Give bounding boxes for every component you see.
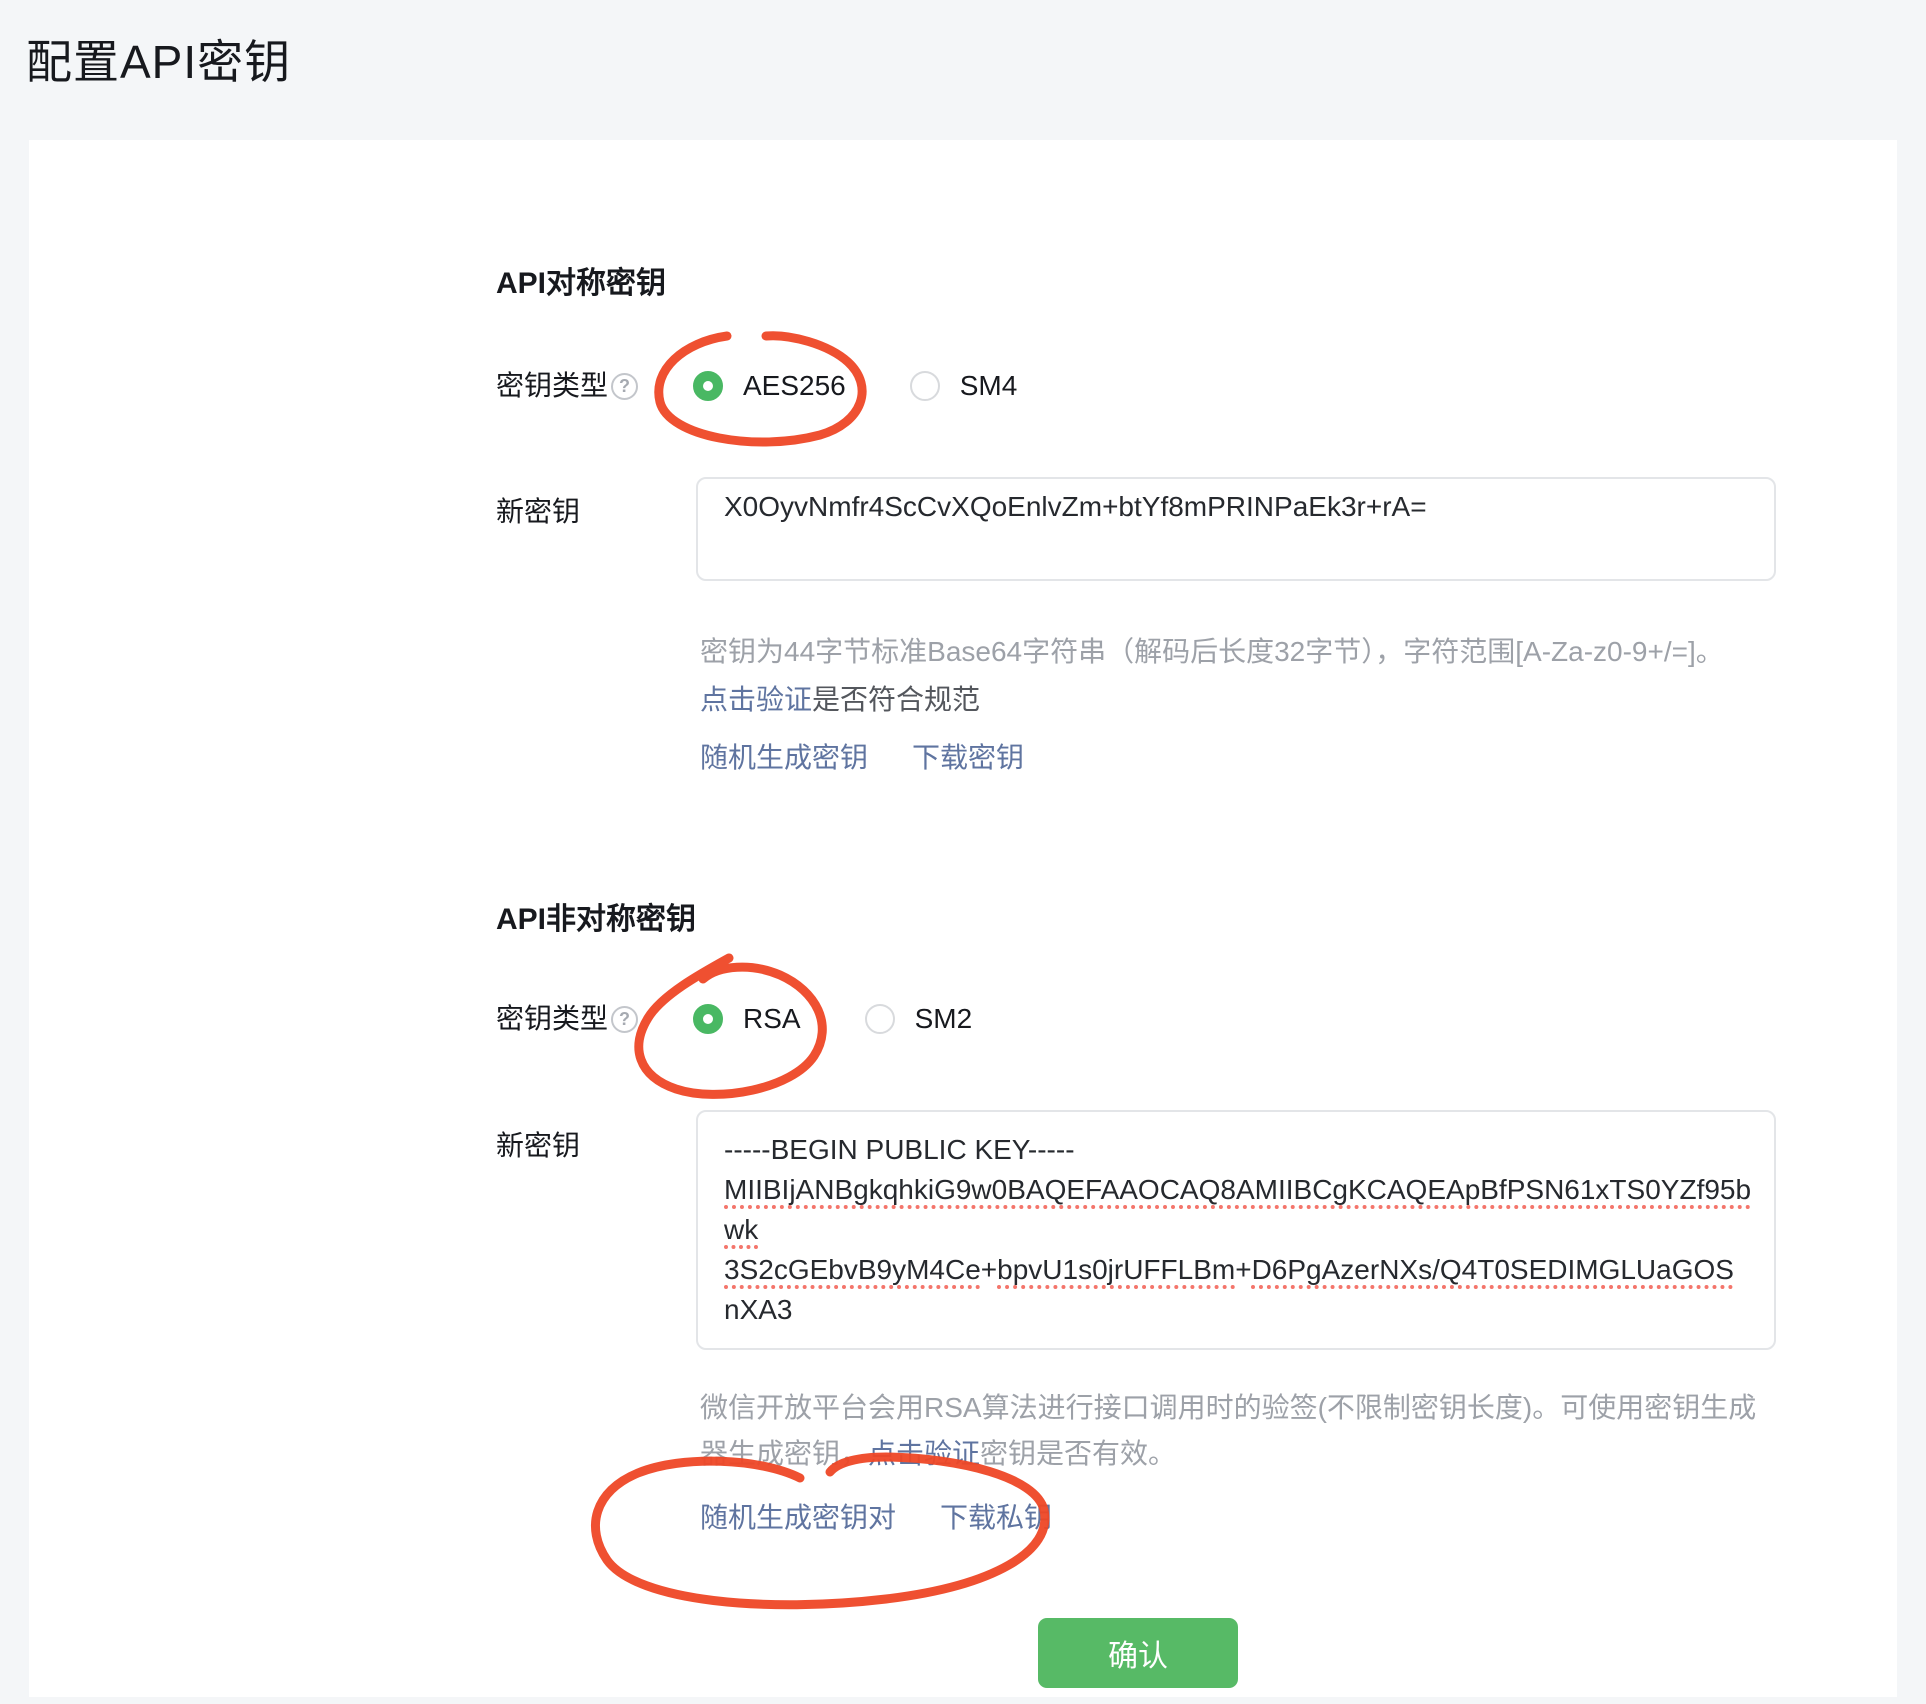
config-card: API对称密钥 密钥类型? AES256 SM4 新密钥 密钥为44字节标准Ba…: [29, 140, 1897, 1697]
symmetric-key-type-label: 密钥类型?: [496, 368, 638, 404]
validate-key-link[interactable]: 点击验证: [700, 684, 812, 715]
symmetric-validate-row: 点击验证是否符合规范: [700, 680, 980, 720]
page-title: 配置API密钥: [26, 26, 291, 92]
validate-suffix-text: 是否符合规范: [812, 684, 980, 715]
radio-aes256-label[interactable]: AES256: [743, 370, 846, 402]
confirm-button[interactable]: 确认: [1038, 1618, 1238, 1688]
asymmetric-key-helper-line2: 器生成密钥，点击验证密钥是否有效。: [700, 1434, 1176, 1474]
asymmetric-key-type-label: 密钥类型?: [496, 1001, 638, 1037]
validate-asymmetric-key-link[interactable]: 点击验证: [868, 1438, 980, 1469]
help-icon[interactable]: ?: [611, 373, 638, 400]
symmetric-new-key-label: 新密钥: [496, 494, 580, 530]
symmetric-key-type-radios: AES256 SM4: [693, 368, 1017, 404]
asymmetric-key-textarea[interactable]: -----BEGIN PUBLIC KEY-----MIIBIjANBgkqhk…: [696, 1110, 1776, 1350]
asymmetric-key-type-radios: RSA SM2: [693, 1001, 972, 1037]
radio-sm4-label[interactable]: SM4: [960, 370, 1018, 402]
radio-rsa-label[interactable]: RSA: [743, 1003, 801, 1035]
symmetric-links-row: 随机生成密钥 下载密钥: [700, 738, 1024, 778]
api-key-config-page: 配置API密钥 API对称密钥 密钥类型? AES256 SM4 新密钥 密钥为…: [0, 0, 1926, 1704]
radio-dot-icon: [920, 381, 930, 391]
generate-key-link[interactable]: 随机生成密钥: [700, 738, 868, 778]
asymmetric-key-helper-line1: 微信开放平台会用RSA算法进行接口调用时的验签(不限制密钥长度)。可使用密钥生成: [700, 1388, 1756, 1428]
asymmetric-section-title: API非对称密钥: [496, 894, 696, 938]
radio-rsa[interactable]: [693, 1004, 723, 1034]
radio-dot-icon: [703, 381, 713, 391]
radio-sm2-label[interactable]: SM2: [915, 1003, 973, 1035]
radio-dot-icon: [875, 1014, 885, 1024]
radio-dot-icon: [703, 1014, 713, 1024]
download-key-link[interactable]: 下载密钥: [912, 738, 1024, 778]
asymmetric-links-row: 随机生成密钥对 下载私钥: [700, 1498, 1052, 1538]
symmetric-section-title: API对称密钥: [496, 258, 666, 302]
symmetric-key-input[interactable]: [696, 477, 1776, 581]
radio-aes256[interactable]: [693, 371, 723, 401]
download-private-key-link[interactable]: 下载私钥: [940, 1498, 1052, 1538]
asymmetric-new-key-label: 新密钥: [496, 1128, 580, 1164]
radio-sm4[interactable]: [910, 371, 940, 401]
generate-keypair-link[interactable]: 随机生成密钥对: [700, 1498, 896, 1538]
radio-sm2[interactable]: [865, 1004, 895, 1034]
help-icon[interactable]: ?: [611, 1006, 638, 1033]
symmetric-key-helper: 密钥为44字节标准Base64字符串（解码后长度32字节），字符范围[A-Za-…: [700, 632, 1724, 672]
